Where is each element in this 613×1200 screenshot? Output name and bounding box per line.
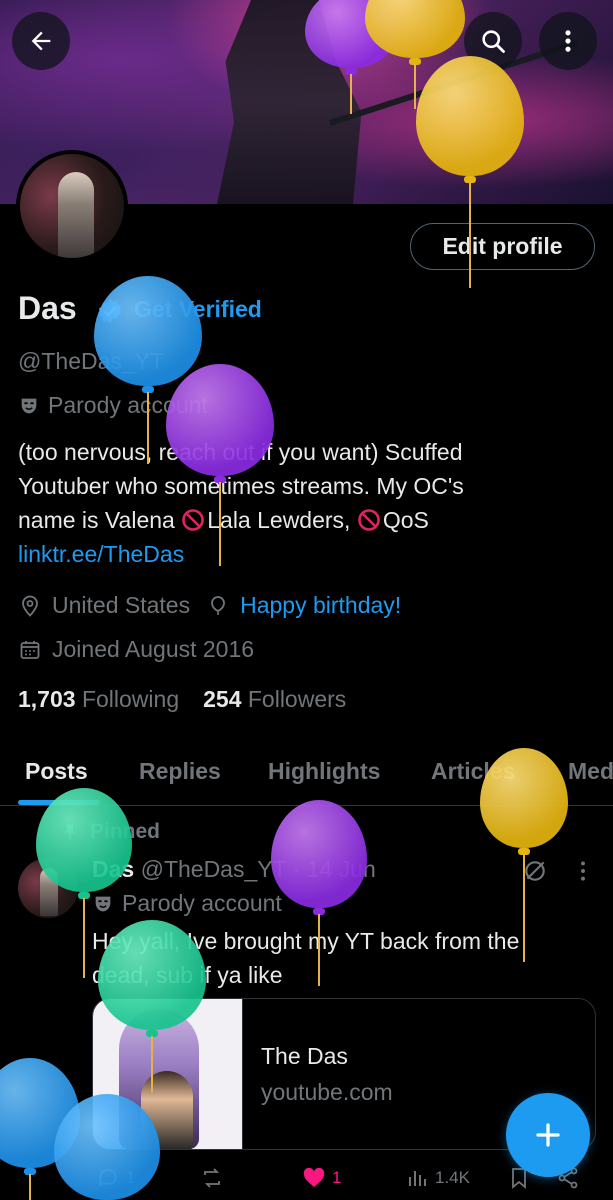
banner-character [217,0,362,204]
thumbnail-character [141,1071,193,1149]
balloon-decoration [0,1058,80,1200]
following-label: Following [81,686,180,712]
pinned-label: Pinned [60,820,160,844]
profile-name: Das [18,290,77,326]
post-header: Das @TheDas_YT · 14 Jun [92,856,376,883]
views-button[interactable]: 1.4K [405,1166,470,1190]
like-count: 1 [332,1168,342,1187]
active-tab-indicator [18,800,100,805]
compose-post-button[interactable] [506,1093,590,1177]
tab-replies[interactable]: Replies [139,758,221,785]
pinned-text: Pinned [90,820,161,843]
edit-profile-button[interactable]: Edit profile [410,223,595,270]
tab-highlights[interactable]: Highlights [268,758,380,785]
separator-dot: · [292,856,301,882]
post-text-line: dead, sub if ya like [92,962,283,988]
tab-media[interactable]: Med [568,758,613,785]
repost-icon [204,1168,220,1188]
pin-icon [65,824,75,840]
card-title: The Das [261,1043,348,1069]
verified-badge-icon[interactable] [96,297,124,325]
like-button[interactable]: 1 [302,1166,341,1190]
following-count: 1,703 [18,686,76,712]
location-text: United States [52,592,191,618]
bio-line: Youtuber who sometimes streams. My OC's [18,473,464,499]
mask-icon [95,896,111,911]
profile-handle: @TheDas_YT [18,348,165,374]
joined-text: Joined August 2016 [52,636,255,662]
followers-label: Followers [247,686,347,712]
avatar-character [58,172,94,258]
bio-line: (too nervous, reach out if you want) Scu… [18,439,463,465]
views-icon [409,1171,426,1186]
parody-label: Parody account [18,392,208,419]
bio-link[interactable]: linktr.ee/TheDas [18,537,598,571]
birthday-link[interactable]: Happy birthday! [240,592,401,619]
post-author-name[interactable]: Das [92,856,134,882]
bio-text: Lala Lewders, [207,507,357,533]
reply-icon [98,1169,117,1187]
post-author-handle[interactable]: @TheDas_YT [141,856,287,882]
bio-text: name is Valena [18,507,182,533]
post-parody-text: Parody account [122,890,282,916]
follow-stats: 1,703 Following 254 Followers [18,686,346,713]
tab-posts[interactable]: Posts [25,758,88,785]
post-text: Hey yall, Ive brought my YT back from th… [92,924,592,992]
reply-count: 1 [126,1168,136,1187]
tab-articles[interactable]: Articles [431,758,515,785]
profile-bio: (too nervous, reach out if you want) Scu… [18,435,598,571]
prohibited-icon [358,509,380,531]
profile-tabs: Posts Replies Highlights Articles Med [0,752,613,806]
followers-link[interactable]: 254 Followers [203,686,346,713]
calendar-icon [20,640,40,659]
plus-icon [536,1123,560,1147]
reply-button[interactable]: 1 [96,1166,135,1190]
views-count: 1.4K [435,1168,470,1187]
post-text-line: Hey yall, Ive brought my YT back from th… [92,928,520,954]
grok-icon[interactable] [522,858,548,884]
balloon-decoration [271,800,367,986]
search-icon [482,30,505,53]
post-more-icon[interactable] [570,858,596,884]
more-button[interactable] [539,12,597,70]
profile-avatar[interactable] [16,150,128,262]
followers-count: 254 [203,686,242,712]
parody-label-text: Parody account [48,392,208,418]
post-date[interactable]: 14 Jun [307,856,376,882]
get-verified-link[interactable]: Get Verified [134,296,262,323]
back-button[interactable] [12,12,70,70]
card-thumbnail [93,999,243,1149]
card-domain: youtube.com [261,1079,393,1105]
balloon-icon [211,595,225,615]
following-link[interactable]: 1,703 Following [18,686,179,713]
bio-line: name is Valena Lala Lewders, QoS [18,503,598,537]
location-icon [22,595,38,617]
mask-icon [21,398,37,413]
profile-meta-row: United States Happy birthday! [18,592,401,619]
post-avatar[interactable] [18,858,78,918]
avatar-character [40,868,58,916]
repost-button[interactable] [200,1166,224,1190]
joined-row: Joined August 2016 [18,636,254,663]
post-parody-label: Parody account [92,890,282,917]
heart-icon [303,1167,325,1187]
prohibited-icon [182,509,205,531]
search-button[interactable] [464,12,522,70]
arrow-left-icon [31,31,51,51]
bio-text: QoS [382,507,429,533]
more-vertical-icon [565,30,571,52]
